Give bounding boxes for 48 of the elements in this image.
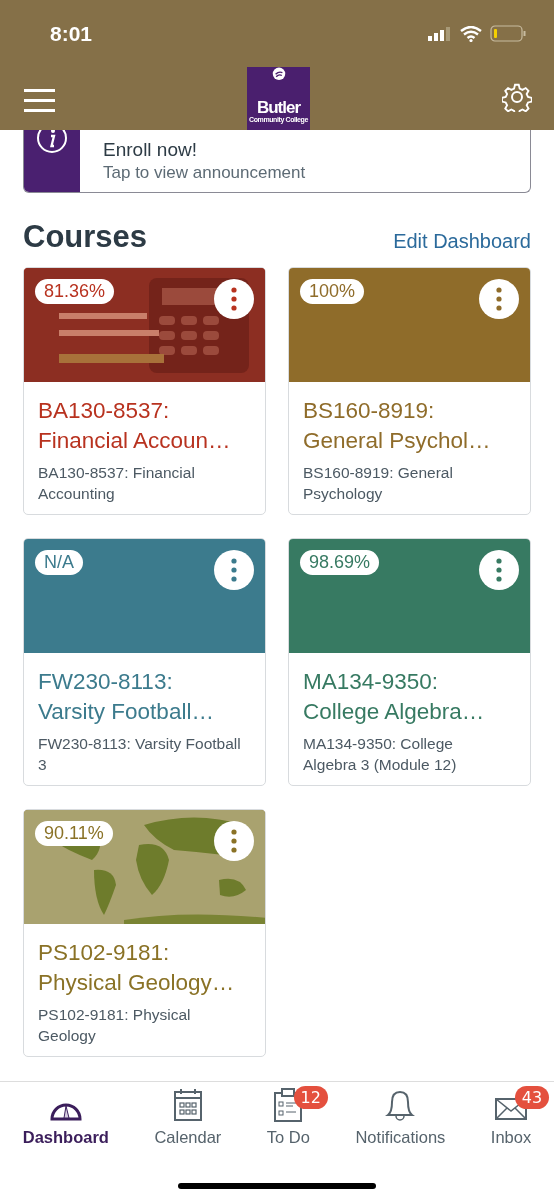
course-title: FW230-8113: Varsity Football… [38,668,215,726]
course-subtitle: FW230-8113: Varsity Football 3 [38,734,242,775]
course-title: BA130-8537: Financial Accoun… [38,397,232,455]
course-card[interactable]: 90.11% PS102-9181: Physical Geology… PS102-9181: Physical Geology [23,809,266,1057]
more-button[interactable] [214,550,254,590]
more-icon [231,287,237,311]
menu-icon[interactable] [24,89,55,112]
more-icon [231,829,237,853]
more-button[interactable] [479,279,519,319]
course-subtitle: BA130-8537: Financial Accounting [38,463,196,504]
settings-icon[interactable] [502,82,532,112]
course-card[interactable]: N/A FW230-8113: Varsity Football… FW230-8113: Varsity Football 3 [23,538,266,786]
status-time: 8:01 [50,21,93,46]
course-title: MA134-9350: College Algebra… [303,668,486,726]
course-card[interactable]: 98.69% MA134-9350: College Algebra… MA134-9350: College Algebra 3 (Module 12) [288,538,531,786]
grade-badge: 100% [300,279,365,304]
battery-icon [490,25,526,42]
grade-badge: N/A [35,550,83,575]
clipboard-icon [273,1088,304,1122]
calendar-icon [172,1088,203,1122]
grade-badge: 81.36% [35,279,115,304]
course-subtitle: PS102-9181: Physical Geology [38,1005,192,1046]
more-button[interactable] [479,550,519,590]
more-icon [496,287,502,311]
course-card[interactable]: 81.36% BA130-8537: Financial Accoun… BA130-8537: Financial Accounting [23,267,266,515]
grade-badge: 90.11% [35,821,113,846]
grade-badge: 98.69% [300,550,380,575]
signal-icon [428,26,452,41]
course-title: PS102-9181: Physical Geology… [38,939,236,997]
more-icon [496,558,502,582]
info-icon [36,130,68,154]
count-badge: 43 [514,1086,550,1109]
logo-name: Butler [256,98,301,116]
course-card[interactable]: 100% BS160-8919: General Psychol… BS160-8919: General Psychology [288,267,531,515]
more-icon [231,558,237,582]
tab-item[interactable]: Dashboard [18,1086,113,1147]
announcement-title: Enroll now! [103,139,198,161]
edit-dashboard-link[interactable]: Edit Dashboard [393,230,531,255]
course-subtitle: MA134-9350: College Algebra 3 (Module 12) [303,734,458,775]
tab-item[interactable]: Calendar [150,1086,226,1147]
course-title: BS160-8919: General Psychol… [303,397,492,455]
announcement-subtitle: Tap to view announcement [103,163,306,183]
wifi-icon [460,25,482,42]
course-subtitle: BS160-8919: General Psychology [303,463,454,504]
tab-item[interactable]: Notifications [351,1086,450,1147]
count-badge: 12 [293,1086,328,1109]
announcement-card[interactable]: Enroll now! Tap to view announcement [23,130,531,193]
section-title: Courses [23,219,148,255]
